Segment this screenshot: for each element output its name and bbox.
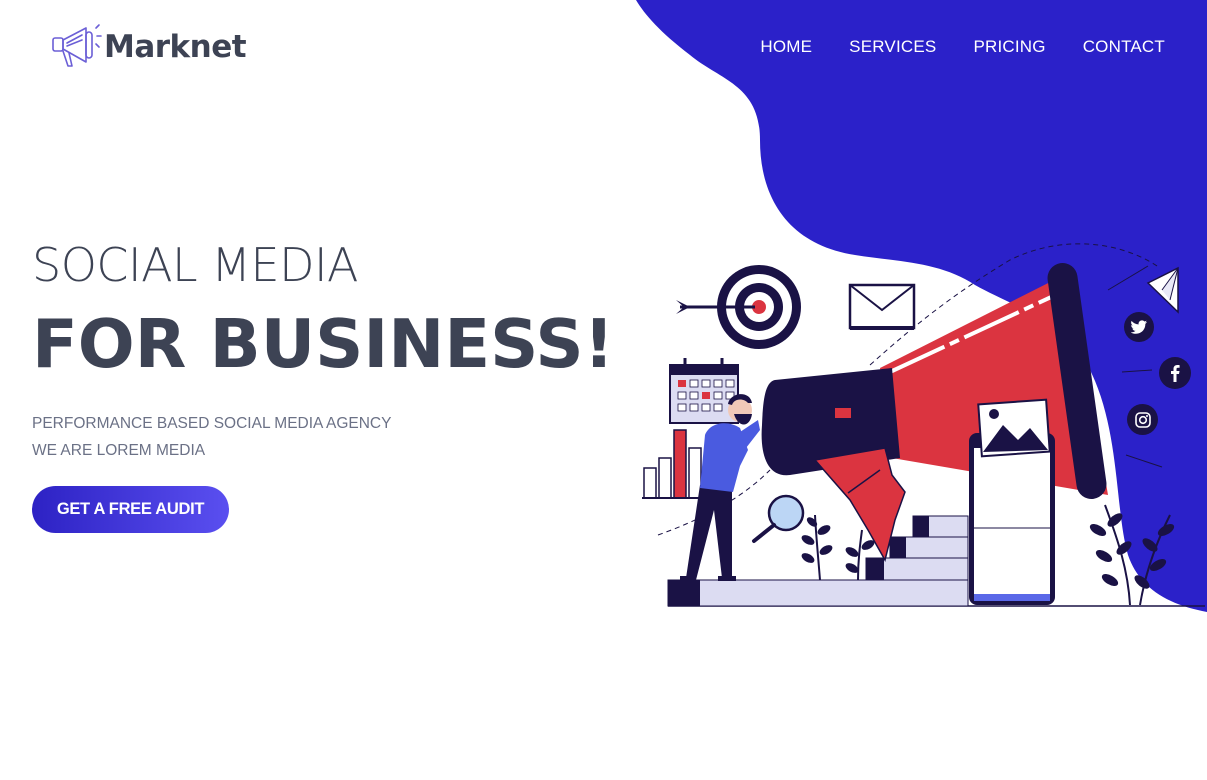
hero-subtitle: SOCIAL MEDIA [32,238,359,292]
hero-tagline: PERFORMANCE BASED SOCIAL MEDIA AGENCY WE… [32,410,614,464]
instagram-icon[interactable] [1127,404,1158,435]
megaphone-illustration [761,263,1108,563]
megaphone-icon [52,24,102,67]
marketing-illustration [642,243,1205,607]
image-icon [977,398,1051,458]
hero-section: SOCIAL MEDIA FOR BUSINESS! PERFORMANCE B… [32,238,614,533]
paper-plane-icon [1146,266,1179,314]
brand-name: Marknet [104,29,247,65]
nav-pricing-link[interactable]: PRICING [973,37,1045,57]
facebook-f-glyph [1171,365,1180,382]
facebook-icon[interactable] [1159,357,1191,389]
main-navigation: HOME SERVICES PRICING CONTACT [760,37,1165,57]
calendar-icon [669,358,739,424]
envelope-icon [848,283,916,330]
hero-title: FOR BUSINESS! [32,305,615,383]
phone-illustration [969,433,1055,605]
get-free-audit-button[interactable]: GET A FREE AUDIT [32,486,229,533]
target-icon [676,265,801,349]
twitter-bird-glyph [1131,320,1147,334]
magnifier-icon [752,494,805,543]
instagram-glyph [1134,411,1151,428]
bar-chart-icon [642,429,704,499]
nav-contact-link[interactable]: CONTACT [1083,37,1165,57]
tagline-line-2: WE ARE LOREM MEDIA [32,442,206,459]
brand-logo-link[interactable]: Marknet [50,22,247,72]
tagline-line-1: PERFORMANCE BASED SOCIAL MEDIA AGENCY [32,415,392,432]
nav-home-link[interactable]: HOME [760,37,812,57]
twitter-icon[interactable] [1124,312,1154,342]
nav-services-link[interactable]: SERVICES [849,37,936,57]
